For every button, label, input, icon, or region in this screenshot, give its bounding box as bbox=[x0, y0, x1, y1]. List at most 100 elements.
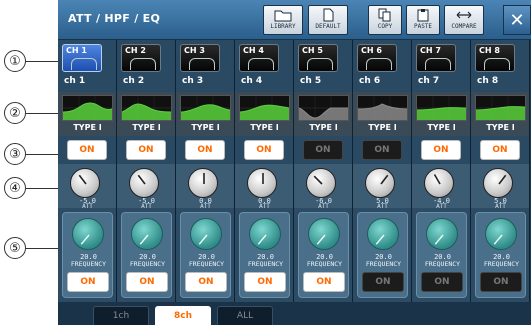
channel-select-button[interactable]: CH 3 bbox=[180, 44, 220, 72]
hpf-frequency-knob[interactable] bbox=[190, 218, 222, 250]
tab-1ch[interactable]: 1ch bbox=[93, 306, 149, 325]
eq-type-label: TYPE I bbox=[368, 123, 397, 132]
hpf-frequency-knob[interactable] bbox=[485, 218, 517, 250]
hpf-on-button[interactable]: ON bbox=[362, 272, 404, 292]
hpf-on-button[interactable]: ON bbox=[67, 272, 109, 292]
callout-1: ① bbox=[4, 50, 26, 72]
channel-select-button[interactable]: CH 1 bbox=[62, 44, 102, 72]
library-button[interactable]: LIBRARY bbox=[263, 5, 303, 35]
eq-on-button[interactable]: ON bbox=[126, 140, 166, 160]
att-knob[interactable] bbox=[247, 168, 277, 198]
knob-indicator bbox=[316, 234, 326, 245]
att-knob[interactable] bbox=[129, 168, 159, 198]
att-knob[interactable] bbox=[306, 168, 336, 198]
knob-indicator bbox=[137, 174, 146, 185]
hpf-on-button[interactable]: ON bbox=[480, 272, 522, 292]
eq-on-button[interactable]: ON bbox=[67, 140, 107, 160]
channel-select-button[interactable]: CH 7 bbox=[416, 44, 456, 72]
eq-graph[interactable] bbox=[121, 95, 172, 121]
hpf-frequency-knob[interactable] bbox=[131, 218, 163, 250]
hpf-frequency-knob[interactable] bbox=[72, 218, 104, 250]
hpf-frequency-knob[interactable] bbox=[308, 218, 340, 250]
eq-graph[interactable] bbox=[475, 95, 526, 121]
channel-name: ch 5 bbox=[300, 76, 322, 86]
clipboard-icon bbox=[417, 9, 429, 22]
eq-graph[interactable] bbox=[416, 95, 467, 121]
att-label: ATT bbox=[141, 203, 152, 210]
tab-all[interactable]: ALL bbox=[217, 306, 273, 325]
att-label: ATT bbox=[495, 203, 506, 210]
hpf-on-button[interactable]: ON bbox=[421, 272, 463, 292]
folder-icon bbox=[274, 10, 292, 22]
callout-4-line bbox=[26, 188, 62, 190]
callout-4: ④ bbox=[4, 177, 26, 199]
callout-5-line bbox=[26, 248, 62, 250]
eq-curve bbox=[417, 96, 466, 120]
channel-number: CH 7 bbox=[420, 46, 441, 55]
eq-curve bbox=[299, 96, 348, 120]
close-button[interactable]: ✕ bbox=[503, 5, 531, 35]
eq-type-label: TYPE I bbox=[191, 123, 220, 132]
knob-indicator bbox=[493, 234, 503, 245]
hpf-on-button[interactable]: ON bbox=[244, 272, 286, 292]
channel-icon bbox=[366, 58, 392, 70]
channel-name: ch 7 bbox=[418, 76, 440, 86]
tab-bar: 1ch 8ch ALL bbox=[58, 302, 531, 325]
hpf-on-button[interactable]: ON bbox=[303, 272, 345, 292]
eq-on-button[interactable]: ON bbox=[362, 140, 402, 160]
att-knob[interactable] bbox=[424, 168, 454, 198]
hpf-frequency-label: FREQUENCY bbox=[306, 260, 343, 268]
channel-select-button[interactable]: CH 6 bbox=[357, 44, 397, 72]
eq-curve bbox=[122, 96, 171, 120]
channel-select-button[interactable]: CH 8 bbox=[475, 44, 515, 72]
default-button[interactable]: DEFAULT bbox=[308, 5, 348, 35]
eq-type-label: TYPE I bbox=[486, 123, 515, 132]
hpf-frequency-label: FREQUENCY bbox=[70, 260, 107, 268]
channel-select-button[interactable]: CH 2 bbox=[121, 44, 161, 72]
eq-graph[interactable] bbox=[298, 95, 349, 121]
hpf-frequency-label: FREQUENCY bbox=[247, 260, 284, 268]
eq-on-button[interactable]: ON bbox=[303, 140, 343, 160]
eq-on-button[interactable]: ON bbox=[185, 140, 225, 160]
callout-2-line bbox=[26, 113, 62, 115]
hpf-frequency-label: FREQUENCY bbox=[483, 260, 520, 268]
eq-curve bbox=[240, 96, 289, 120]
hpf-frequency-knob[interactable] bbox=[426, 218, 458, 250]
copy-button[interactable]: COPY bbox=[368, 5, 402, 35]
hpf-section: 20.0 FREQUENCY ON bbox=[357, 212, 408, 298]
eq-on-button[interactable]: ON bbox=[244, 140, 284, 160]
att-knob[interactable] bbox=[483, 168, 513, 198]
callout-2: ② bbox=[4, 102, 26, 124]
knob-indicator bbox=[139, 234, 149, 245]
eq-graph[interactable] bbox=[239, 95, 290, 121]
att-label: ATT bbox=[259, 203, 270, 210]
channel-strip: CH 6 ch 6 TYPE I ON 5.0 ATT 20.0 FREQUEN… bbox=[353, 40, 412, 302]
channel-select-button[interactable]: CH 5 bbox=[298, 44, 338, 72]
att-knob[interactable] bbox=[188, 168, 218, 198]
channel-name: ch 4 bbox=[241, 76, 263, 86]
att-knob[interactable] bbox=[365, 168, 395, 198]
compare-button[interactable]: COMPARE bbox=[444, 5, 484, 35]
eq-on-button[interactable]: ON bbox=[480, 140, 520, 160]
hpf-section: 20.0 FREQUENCY ON bbox=[416, 212, 467, 298]
eq-curve bbox=[63, 96, 112, 120]
eq-on-button[interactable]: ON bbox=[421, 140, 461, 160]
knob-indicator bbox=[375, 234, 385, 245]
att-label: ATT bbox=[377, 203, 388, 210]
hpf-frequency-knob[interactable] bbox=[367, 218, 399, 250]
eq-type-label: TYPE I bbox=[250, 123, 279, 132]
hpf-on-button[interactable]: ON bbox=[185, 272, 227, 292]
eq-graph[interactable] bbox=[180, 95, 231, 121]
hpf-frequency-knob[interactable] bbox=[249, 218, 281, 250]
att-knob[interactable] bbox=[70, 168, 100, 198]
tab-8ch[interactable]: 8ch bbox=[155, 306, 211, 325]
eq-type-label: TYPE I bbox=[427, 123, 456, 132]
paste-button[interactable]: PASTE bbox=[406, 5, 440, 35]
eq-graph[interactable] bbox=[62, 95, 113, 121]
channel-select-button[interactable]: CH 4 bbox=[239, 44, 279, 72]
channel-strip: CH 4 ch 4 TYPE I ON 0.0 ATT 20.0 FREQUEN… bbox=[235, 40, 294, 302]
channel-strip: CH 8 ch 8 TYPE I ON 5.0 ATT 20.0 FREQUEN… bbox=[471, 40, 530, 302]
eq-graph[interactable] bbox=[357, 95, 408, 121]
callout-5: ⑤ bbox=[4, 237, 26, 259]
hpf-on-button[interactable]: ON bbox=[126, 272, 168, 292]
